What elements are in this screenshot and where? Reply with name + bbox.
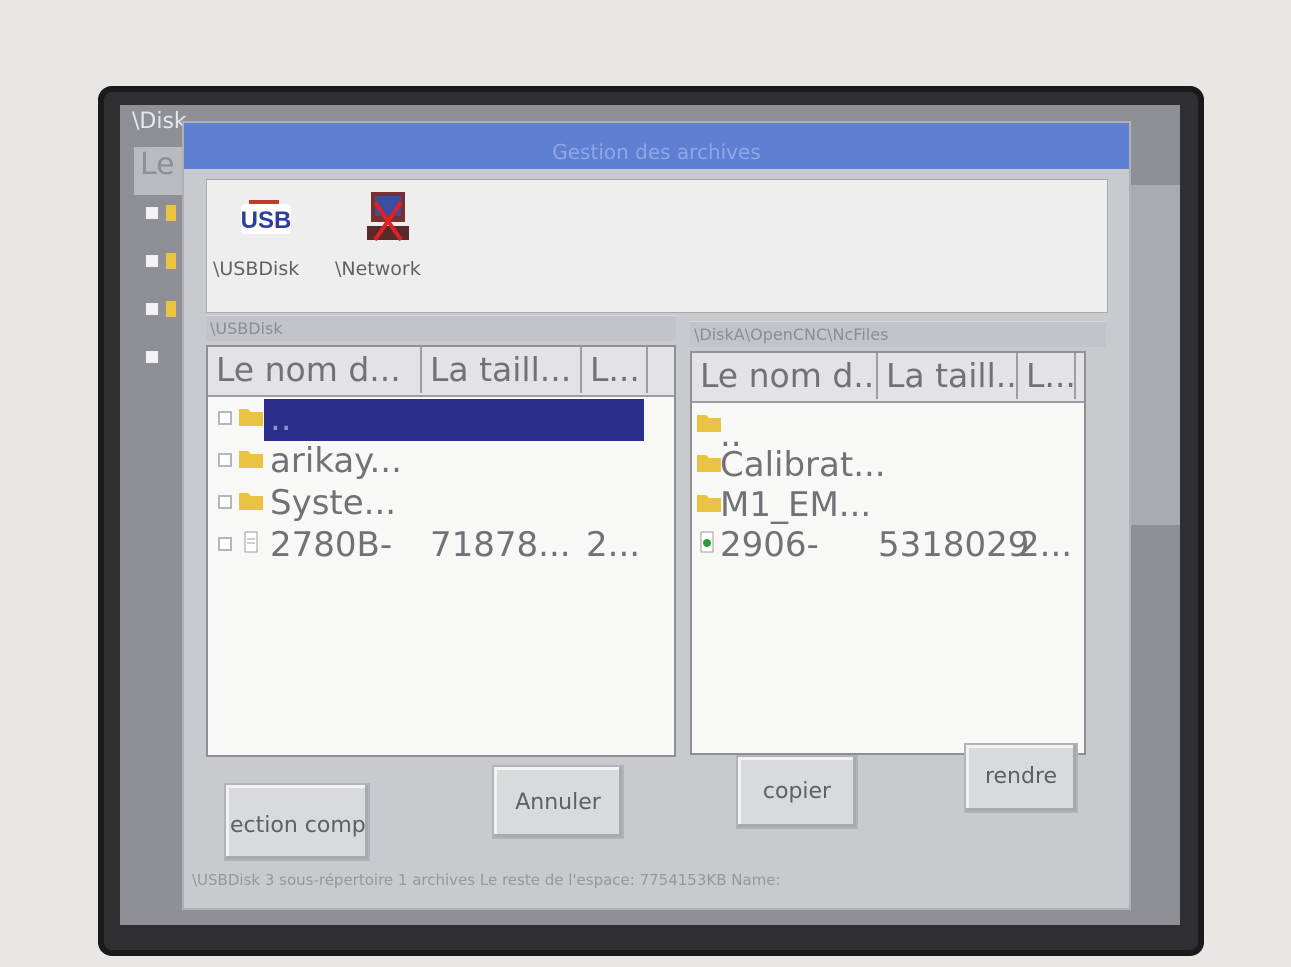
network-drive-icon — [367, 192, 409, 242]
svg-text:USB: USB — [241, 207, 292, 234]
list-item[interactable]: 2780B- 71878... 2... — [208, 525, 674, 565]
row-checkbox[interactable] — [218, 411, 232, 425]
file-name: .. — [270, 399, 292, 439]
folder-icon — [239, 451, 263, 468]
list-item[interactable]: .. — [208, 399, 674, 441]
right-panel-path: \DiskA\OpenCNC\NcFiles — [690, 321, 1106, 347]
column-header-size[interactable]: La taill... — [422, 347, 582, 393]
folder-icon — [697, 455, 721, 472]
background-side-panel — [1122, 185, 1180, 525]
list-item[interactable]: arikay... — [208, 441, 674, 481]
copy-button[interactable]: copier — [736, 755, 858, 829]
drive-label: \USBDisk — [213, 258, 300, 280]
file-size: 71878... — [430, 525, 571, 565]
right-file-list[interactable]: Le nom d... La taill... L... .. Calibrat… — [690, 351, 1086, 755]
file-manager-dialog: Gestion des archives USB \USBDisk \Netwo… — [184, 123, 1129, 908]
nc-file-icon — [700, 531, 714, 553]
column-header-size[interactable]: La taill... — [878, 353, 1018, 399]
background-path: \Disk — [132, 109, 187, 134]
selection-highlight — [264, 399, 644, 441]
list-item[interactable]: Syste... — [208, 483, 674, 523]
select-all-button[interactable]: ection comp — [224, 783, 370, 861]
column-header-name[interactable]: Le nom d... — [692, 353, 878, 399]
file-name: Syste... — [270, 483, 397, 523]
folder-icon — [239, 493, 263, 510]
right-list-header: Le nom d... La taill... L... — [692, 353, 1084, 403]
background-row — [146, 301, 186, 319]
folder-icon — [239, 409, 263, 426]
drive-list: USB \USBDisk \Network — [206, 179, 1108, 313]
file-name: arikay... — [270, 441, 402, 481]
usb-icon: USB — [241, 200, 292, 234]
dialog-title: Gestion des archives — [184, 123, 1129, 169]
list-item[interactable]: 2906- 5318029 2... — [692, 525, 1084, 565]
left-list-header: Le nom d... La taill... L... — [208, 347, 674, 397]
drive-network[interactable]: \Network — [335, 186, 455, 306]
rename-button[interactable]: rendre — [964, 743, 1078, 813]
left-panel-path: \USBDisk — [206, 315, 676, 341]
file-name: Calibrat... — [720, 445, 886, 485]
background-row — [146, 205, 186, 223]
background-row — [146, 253, 186, 271]
folder-icon — [697, 415, 721, 432]
column-header-name[interactable]: Le nom d... — [208, 347, 422, 393]
list-item[interactable]: Calibrat... — [692, 445, 1084, 485]
column-header-date[interactable]: L... — [582, 347, 648, 393]
list-item[interactable]: M1_EM... — [692, 485, 1084, 525]
cancel-button[interactable]: Annuler — [492, 765, 624, 839]
background-row — [146, 349, 186, 367]
screen: \Disk Le Gestion des archives USB \USBDi… — [120, 105, 1180, 925]
file-icon — [244, 531, 258, 553]
status-bar: \USBDisk 3 sous-répertoire 1 archives Le… — [192, 871, 781, 889]
file-size: 5318029 — [878, 525, 1030, 565]
file-name: M1_EM... — [720, 485, 872, 525]
left-file-list[interactable]: Le nom d... La taill... L... .. arikay..… — [206, 345, 676, 757]
row-checkbox[interactable] — [218, 453, 232, 467]
drive-usbdisk[interactable]: USB \USBDisk — [213, 186, 333, 306]
column-header-date[interactable]: L... — [1018, 353, 1076, 399]
file-date: 2... — [1018, 525, 1073, 565]
file-name: 2906- — [720, 525, 819, 565]
row-checkbox[interactable] — [218, 537, 232, 551]
file-date: 2... — [586, 525, 641, 565]
file-name: 2780B- — [270, 525, 393, 565]
list-item[interactable]: .. — [692, 405, 1084, 455]
row-checkbox[interactable] — [218, 495, 232, 509]
drive-label: \Network — [335, 258, 421, 280]
folder-icon — [697, 495, 721, 512]
